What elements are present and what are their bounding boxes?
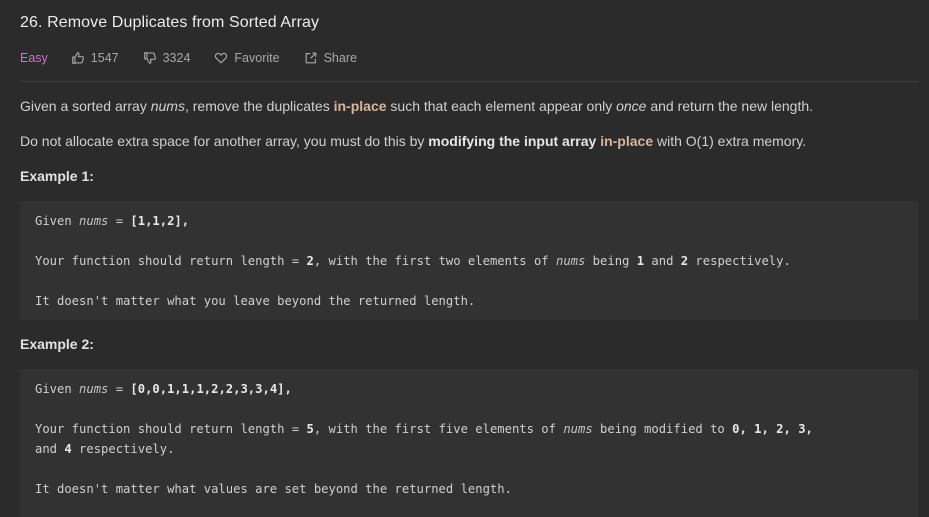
- code-bold: [0,0,1,1,1,2,2,3,3,4]: [130, 382, 285, 396]
- code-bold: ,: [805, 422, 813, 436]
- heart-icon: [215, 52, 228, 64]
- text-segment: with O(1) extra memory.: [653, 133, 807, 149]
- code-bold: 1: [636, 254, 645, 268]
- example-2-heading: Example 2:: [20, 336, 94, 352]
- in-place-link[interactable]: in-place: [334, 98, 387, 114]
- code-bold: ,: [761, 422, 777, 436]
- code-bold: 2: [776, 422, 784, 436]
- thumbs-up-icon: [71, 52, 84, 64]
- code-line: Your function should return length = 2, …: [35, 253, 791, 269]
- text-segment: Given a sorted array: [20, 98, 151, 114]
- code-text: , with the first two elements of: [313, 254, 556, 268]
- code-italic: nums: [563, 422, 593, 436]
- header-divider: [20, 81, 919, 82]
- dislike-count: 3324: [162, 51, 191, 65]
- code-line: It doesn't matter what values are set be…: [35, 482, 512, 496]
- code-italic: nums: [79, 214, 109, 228]
- code-bold: ,: [739, 422, 755, 436]
- code-text: Your function should return length =: [35, 422, 307, 436]
- example-1-heading: Example 1:: [20, 168, 94, 184]
- code-line: and 4 respectively.: [35, 441, 174, 457]
- code-text: being: [585, 254, 637, 268]
- nums-variable: nums: [150, 98, 185, 114]
- thumbs-down-icon: [143, 52, 156, 64]
- code-line: Given nums = [1,1,2],: [35, 213, 189, 229]
- text-segment: and return the new length.: [646, 98, 814, 114]
- code-italic: nums: [555, 254, 586, 268]
- code-bold: ,: [284, 382, 292, 396]
- code-text: =: [108, 214, 131, 228]
- code-bold: 4: [64, 442, 72, 456]
- dislike-button[interactable]: 3324: [143, 51, 191, 65]
- share-label: Share: [323, 51, 357, 65]
- code-italic: nums: [79, 382, 109, 396]
- code-text: Given: [35, 214, 80, 228]
- code-bold: 3: [798, 422, 806, 436]
- description-paragraph-2: Do not allocate extra space for another …: [20, 133, 806, 149]
- code-text: =: [108, 382, 131, 396]
- code-bold: [1,1,2]: [130, 214, 182, 228]
- code-text: and: [644, 254, 681, 268]
- text-segment: , remove the duplicates: [184, 98, 334, 114]
- code-bold: ,: [181, 214, 190, 228]
- problem-description-panel: 26. Remove Duplicates from Sorted Array …: [0, 0, 929, 517]
- text-segment: such that each element appear only: [386, 98, 617, 114]
- code-bold: ,: [783, 422, 799, 436]
- text-segment: Do not allocate extra space for another …: [20, 133, 429, 149]
- code-text: respectively.: [688, 254, 791, 268]
- code-text: Given: [35, 382, 80, 396]
- share-button[interactable]: Share: [304, 51, 357, 65]
- difficulty-badge: Easy: [20, 51, 48, 65]
- bold-text: modifying the input array: [428, 133, 597, 149]
- code-bold: 5: [306, 422, 314, 436]
- code-bold: 2: [680, 254, 689, 268]
- code-text: being modified to: [592, 422, 733, 436]
- code-text: and: [35, 442, 65, 456]
- code-text: , with the first five elements of: [313, 422, 564, 436]
- favorite-button[interactable]: Favorite: [214, 51, 280, 65]
- description-paragraph-1: Given a sorted array nums, remove the du…: [20, 98, 813, 114]
- example-1-code-block: Given nums = [1,1,2], Your function shou…: [20, 201, 918, 320]
- in-place-link[interactable]: in-place: [600, 133, 653, 149]
- favorite-label: Favorite: [234, 51, 280, 65]
- code-text: respectively.: [71, 442, 175, 456]
- share-icon: [305, 52, 316, 64]
- like-button[interactable]: 1547: [71, 51, 119, 65]
- like-count: 1547: [90, 51, 119, 65]
- code-text: Your function should return length =: [35, 254, 307, 268]
- code-line: Given nums = [0,0,1,1,1,2,2,3,3,4],: [35, 381, 292, 397]
- code-line: Your function should return length = 5, …: [35, 421, 813, 437]
- example-2-code-block: Given nums = [0,0,1,1,1,2,2,3,3,4], Your…: [20, 369, 918, 517]
- problem-meta-bar: Easy 1547 3324 Favorite Share: [20, 49, 381, 67]
- problem-title: 26. Remove Duplicates from Sorted Array: [20, 14, 320, 31]
- code-line: It doesn't matter what you leave beyond …: [35, 294, 476, 308]
- emphasis-once: once: [616, 98, 647, 114]
- code-bold: 2: [306, 254, 314, 268]
